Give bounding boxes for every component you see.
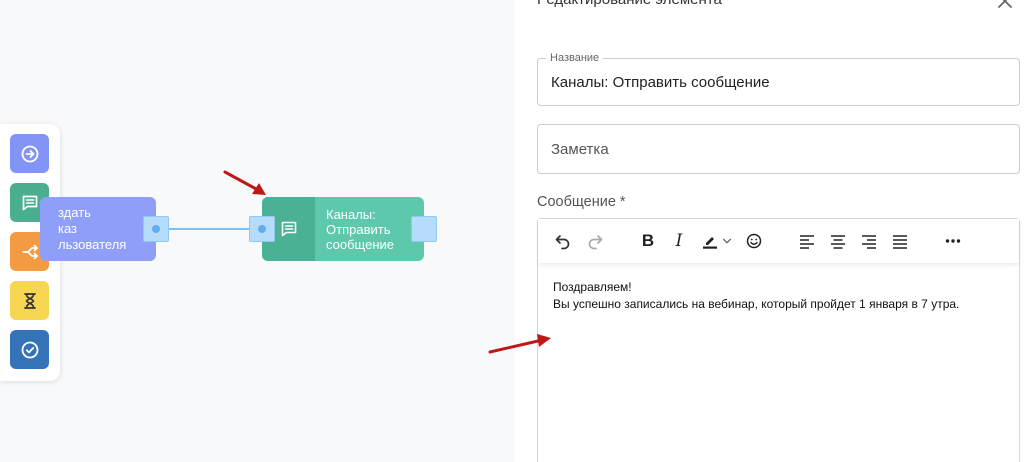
required-mark: * <box>619 194 626 210</box>
align-justify-button[interactable] <box>890 231 910 251</box>
check-circle-icon <box>21 341 38 358</box>
redo-icon <box>588 235 603 250</box>
chevron-down-icon <box>722 238 732 244</box>
palette-start-button[interactable] <box>10 134 49 173</box>
align-left-icon <box>800 235 814 249</box>
node-create-order[interactable]: здать каз льзователя <box>40 197 156 261</box>
node-channels-label: Каналы: Отправить сообщение <box>326 207 416 252</box>
highlight-dropdown[interactable] <box>720 231 734 251</box>
emoji-icon <box>746 233 762 249</box>
arrow-right-circle-icon <box>21 145 38 162</box>
message-body[interactable]: Поздравляем! Вы успешно записались на ве… <box>553 279 959 313</box>
bold-button[interactable]: B <box>638 231 658 251</box>
more-button[interactable] <box>943 231 963 251</box>
node-label-line: льзователя <box>58 237 127 252</box>
node-channels-send-message[interactable]: Каналы: Отправить сообщение <box>262 197 424 261</box>
split-arrows-icon <box>21 244 38 259</box>
node-label-line: каз <box>58 221 78 236</box>
message-line: Поздравляем! <box>553 280 632 294</box>
node-label-line: Каналы: <box>326 207 376 222</box>
redo-button[interactable] <box>585 231 605 251</box>
close-icon[interactable] <box>996 0 1014 10</box>
message-label: Сообщение * <box>537 193 626 211</box>
node-create-order-label: здать каз льзователя <box>58 205 156 253</box>
palette-finish-button[interactable] <box>10 330 49 369</box>
palette-delay-button[interactable] <box>10 281 49 320</box>
align-right-button[interactable] <box>859 231 879 251</box>
italic-button[interactable]: I <box>669 231 689 251</box>
annotation-arrow-icon <box>223 170 266 195</box>
align-right-icon <box>862 235 876 249</box>
message-label-text: Сообщение <box>537 194 616 210</box>
more-icon <box>945 239 961 243</box>
node-label-line: Отправить <box>326 222 391 237</box>
message-line: Вы успешно записались на вебинар, которы… <box>553 297 960 311</box>
name-field[interactable]: Название Каналы: Отправить сообщение <box>537 51 1020 106</box>
note-field-placeholder: Заметка <box>551 141 609 158</box>
annotation-arrow-icon <box>488 334 551 354</box>
chat-icon <box>281 221 296 237</box>
editor-toolbar: B I <box>538 219 1019 263</box>
node-label-line: сообщение <box>326 237 395 252</box>
align-left-button[interactable] <box>797 231 817 251</box>
highlight-icon <box>703 237 717 249</box>
bold-label: B <box>641 231 655 250</box>
align-center-icon <box>831 235 845 249</box>
hourglass-icon <box>23 292 36 309</box>
workflow-canvas[interactable]: здать каз льзователя Каналы: Отправить с… <box>0 0 515 462</box>
undo-icon <box>555 235 570 250</box>
align-justify-icon <box>893 235 907 249</box>
connector-line[interactable] <box>156 228 262 230</box>
port-dot <box>152 225 160 233</box>
align-center-button[interactable] <box>828 231 848 251</box>
italic-label: I <box>675 231 683 251</box>
chat-icon <box>22 195 37 210</box>
name-field-value[interactable]: Каналы: Отправить сообщение <box>551 74 770 92</box>
port-dot <box>258 225 266 233</box>
node-label-line: здать <box>58 205 91 220</box>
message-editor[interactable]: B I Поздравляем! Вы успешно записались н… <box>537 218 1020 462</box>
panel-title: Редактирование элемента <box>537 0 722 9</box>
emoji-button[interactable] <box>744 231 764 251</box>
note-field[interactable]: Заметка <box>537 124 1020 174</box>
output-port[interactable] <box>411 216 437 242</box>
edit-element-panel: Редактирование элемента Название Каналы:… <box>515 0 1024 462</box>
undo-button[interactable] <box>553 231 573 251</box>
name-field-label: Название <box>546 51 604 65</box>
highlight-button[interactable] <box>700 231 720 251</box>
